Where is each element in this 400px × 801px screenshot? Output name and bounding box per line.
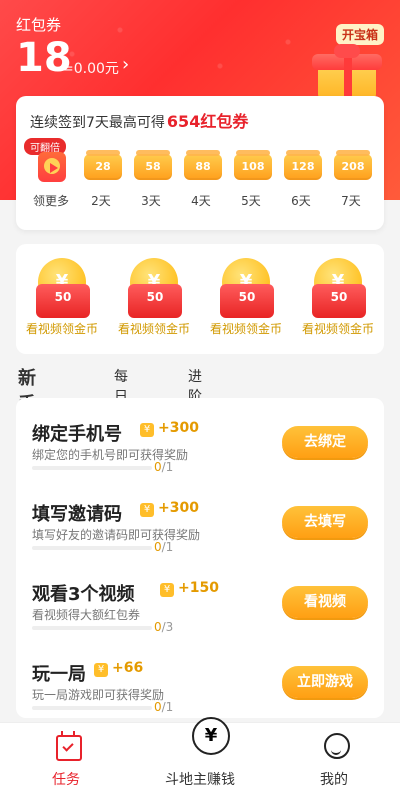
checkin-chip: 28 — [84, 150, 122, 180]
coin-icon: ¥ — [160, 583, 174, 597]
video-reward-label: 看视频领金币 — [209, 322, 282, 336]
task-desc: 看视频得大额红包券 — [32, 608, 141, 622]
task-row: 绑定手机号 ¥ +300 绑定您的手机号即可获得奖励 0/1 去绑定 — [32, 420, 368, 490]
chevron-right-icon[interactable]: › — [122, 54, 129, 75]
bottom-tabbar: 任务 ¥ 斗地主赚钱 我的 — [0, 717, 400, 801]
checkin-title-prefix: 连续签到7天最高可得 — [30, 115, 165, 131]
red-packet-label: 红包券 — [16, 16, 62, 34]
task-count-total: /1 — [161, 460, 174, 474]
video-gift-icon — [38, 152, 66, 182]
tabbar-label: 斗地主赚钱 — [165, 772, 235, 788]
task-count-current: 0 — [154, 540, 162, 554]
task-desc: 填写好友的邀请码即可获得奖励 — [32, 528, 201, 542]
yen-coin-icon: ¥ — [192, 717, 230, 755]
coin-icon: ¥ — [140, 503, 154, 517]
checkin-day-label: 7天 — [341, 194, 361, 208]
task-count-current: 0 — [154, 460, 162, 474]
tabbar-label: 任务 — [52, 772, 80, 788]
red-packet-icon: 50 — [36, 284, 90, 318]
checkin-title: 连续签到7天最高可得 654红包券 — [30, 108, 248, 132]
checkin-day-label: 5天 — [241, 194, 261, 208]
task-title: 绑定手机号 — [32, 424, 122, 445]
checkin-item[interactable]: 28 2天 — [78, 144, 124, 214]
checkin-item[interactable]: 58 3天 — [128, 144, 174, 214]
video-reward-label: 看视频领金币 — [301, 322, 374, 336]
task-count-current: 0 — [154, 620, 162, 634]
tabbar-label: 我的 — [320, 772, 348, 788]
task-count: 0/1 — [154, 700, 173, 714]
smile-face-icon — [324, 733, 350, 759]
red-packet-icon: 50 — [128, 284, 182, 318]
calendar-check-icon — [56, 731, 82, 761]
checkin-card: 连续签到7天最高可得 654红包券 可翻倍 领更多 28 2天 58 3天 88 … — [16, 96, 384, 230]
checkin-item[interactable]: 208 7天 — [328, 144, 374, 214]
open-box-tag[interactable]: 开宝箱 — [335, 24, 384, 45]
task-reward: +66 — [112, 660, 144, 676]
task-count: 0/1 — [154, 460, 173, 474]
red-packet-icon: 50 — [312, 284, 366, 318]
task-reward: +300 — [158, 500, 199, 516]
video-reward-amount: 50 — [238, 290, 256, 304]
task-desc: 玩一局游戏即可获得奖励 — [32, 688, 165, 702]
task-title: 玩一局 — [32, 664, 86, 685]
checkin-item[interactable]: 128 6天 — [278, 144, 324, 214]
gift-box-icon[interactable] — [312, 44, 382, 100]
task-title: 观看3个视频 — [32, 584, 135, 605]
task-row: 填写邀请码 ¥ +300 填写好友的邀请码即可获得奖励 0/1 去填写 — [32, 500, 368, 570]
task-count-total: /1 — [161, 700, 174, 714]
video-reward-amount: 50 — [54, 290, 72, 304]
video-reward-item[interactable]: ¥ 50 看视频领金币 — [292, 258, 384, 348]
checkin-title-highlight: 654红包券 — [166, 112, 249, 131]
coin-icon: ¥ — [140, 423, 154, 437]
tabbar-item-tasks[interactable]: 任务 — [0, 729, 132, 793]
task-count: 0/3 — [154, 620, 173, 634]
checkin-day-label: 3天 — [141, 194, 161, 208]
video-reward-amount: 50 — [330, 290, 348, 304]
task-count-total: /3 — [161, 620, 174, 634]
video-reward-label: 看视频领金币 — [25, 322, 98, 336]
task-list-card: 绑定手机号 ¥ +300 绑定您的手机号即可获得奖励 0/1 去绑定 填写邀请码… — [16, 398, 384, 718]
task-progress-bar — [32, 546, 152, 550]
checkin-item[interactable]: 88 4天 — [178, 144, 224, 214]
checkin-items: 可翻倍 领更多 28 2天 58 3天 88 4天 108 5天 128 6天 … — [24, 138, 374, 214]
task-reward: +300 — [158, 420, 199, 436]
tabbar-item-earn[interactable]: ¥ 斗地主赚钱 — [134, 717, 266, 793]
checkin-item[interactable]: 108 5天 — [228, 144, 274, 214]
checkin-first-label: 领更多 — [32, 194, 69, 208]
task-progress-bar — [32, 626, 152, 630]
task-action-button[interactable]: 看视频 — [282, 586, 368, 618]
video-reward-item[interactable]: ¥ 50 看视频领金币 — [16, 258, 108, 348]
checkin-day-label: 2天 — [91, 194, 111, 208]
task-title: 填写邀请码 — [32, 504, 122, 525]
task-count-current: 0 — [154, 700, 162, 714]
video-reward-item[interactable]: ¥ 50 看视频领金币 — [108, 258, 200, 348]
tabbar-item-me[interactable]: 我的 — [268, 729, 400, 793]
checkin-chip: 208 — [334, 150, 372, 180]
task-reward: +150 — [178, 580, 219, 596]
checkin-chip: 108 — [234, 150, 272, 180]
red-packet-icon: 50 — [220, 284, 274, 318]
task-action-button[interactable]: 立即游戏 — [282, 666, 368, 698]
checkin-day-label: 6天 — [291, 194, 311, 208]
red-packet-equivalent[interactable]: =0.00元 — [62, 58, 119, 78]
task-action-button[interactable]: 去绑定 — [282, 426, 368, 458]
checkin-day-label: 4天 — [191, 194, 211, 208]
task-progress-bar — [32, 706, 152, 710]
video-reward-label: 看视频领金币 — [117, 322, 190, 336]
video-reward-item[interactable]: ¥ 50 看视频领金币 — [200, 258, 292, 348]
task-count: 0/1 — [154, 540, 173, 554]
checkin-item-first[interactable]: 可翻倍 领更多 — [24, 138, 74, 214]
checkin-chip: 58 — [134, 150, 172, 180]
checkin-chip: 128 — [284, 150, 322, 180]
task-action-button[interactable]: 去填写 — [282, 506, 368, 538]
video-rewards-card: ¥ 50 看视频领金币 ¥ 50 看视频领金币 ¥ 50 看视频领金币 ¥ 50… — [16, 244, 384, 354]
checkin-chip: 88 — [184, 150, 222, 180]
task-row: 观看3个视频 ¥ +150 看视频得大额红包券 0/3 看视频 — [32, 580, 368, 650]
task-progress-bar — [32, 466, 152, 470]
coin-icon: ¥ — [94, 663, 108, 677]
video-reward-amount: 50 — [146, 290, 164, 304]
task-count-total: /1 — [161, 540, 174, 554]
